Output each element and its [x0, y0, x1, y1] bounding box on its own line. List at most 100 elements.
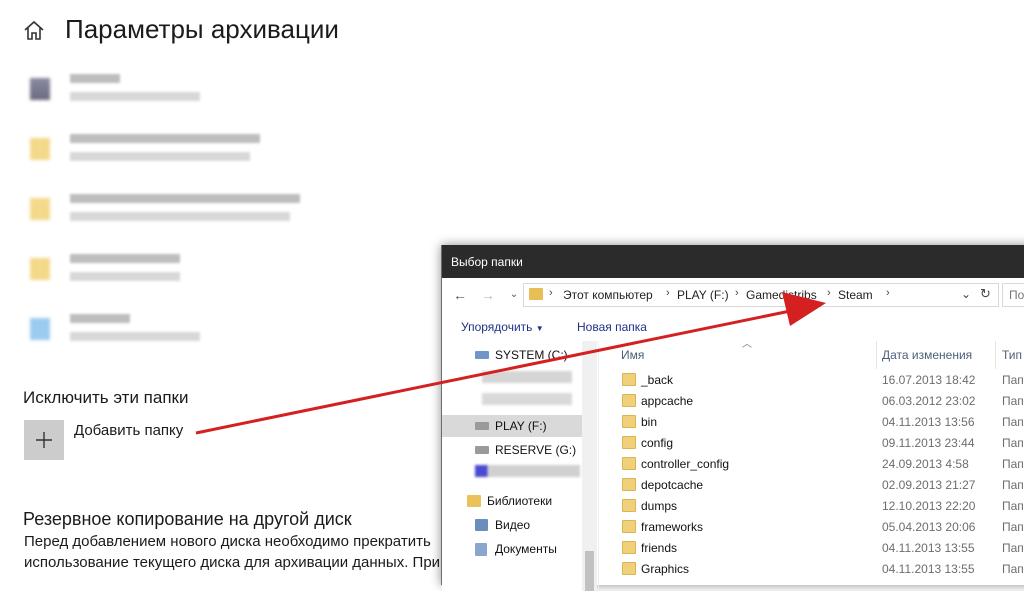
nav-item-label: SYSTEM (C:) [495, 348, 568, 362]
nav-item-label: Видео [495, 518, 531, 532]
file-type: Папк [1002, 520, 1024, 534]
drive-icon [475, 351, 489, 359]
included-folder-item[interactable] [30, 70, 330, 110]
caret-down-icon: ▼ [535, 324, 544, 333]
chevron-right-icon: › [666, 287, 670, 299]
file-date: 05.04.2013 20:06 [882, 520, 976, 534]
video-icon [475, 519, 488, 531]
file-list-pane: Имя ︿ Дата изменения Тип _back 16.07.2013… [598, 339, 1024, 591]
nav-item-play-drive[interactable]: PLAY (F:) [442, 415, 582, 437]
chevron-right-icon: › [827, 287, 831, 299]
file-row[interactable]: config 09.11.2013 23:44 Папк [599, 432, 1024, 453]
included-folder-item[interactable] [30, 310, 330, 350]
folder-icon [622, 478, 636, 491]
folder-icon [622, 520, 636, 533]
file-name: Graphics [641, 562, 690, 576]
nav-item-label: RESERVE (G:) [495, 443, 577, 457]
redacted-nav-item [482, 393, 572, 405]
file-name: depotcache [641, 478, 704, 492]
nav-item-video[interactable]: Видео [442, 514, 582, 536]
organize-menu-button[interactable]: Упорядочить ▼ [461, 320, 544, 334]
included-folder-item[interactable] [30, 250, 330, 290]
organize-label: Упорядочить [461, 320, 533, 334]
address-bar[interactable]: › Этот компьютер › PLAY (F:) › Gamedistr… [523, 283, 999, 307]
file-row[interactable]: appcache 06.03.2012 23:02 Папк [599, 390, 1024, 411]
folder-icon [622, 415, 636, 428]
refresh-icon[interactable]: ↻ [980, 286, 991, 302]
column-header-name[interactable]: Имя [621, 348, 644, 362]
libraries-icon [467, 495, 481, 507]
folder-icon [30, 78, 50, 100]
nav-item-reserve-drive[interactable]: RESERVE (G:) [442, 439, 582, 461]
breadcrumb-item[interactable]: Этот компьютер [563, 288, 653, 302]
dialog-toolbar: Упорядочить ▼ Новая папка [442, 313, 1024, 341]
file-date: 04.11.2013 13:55 [882, 562, 975, 576]
file-name: config [641, 436, 674, 450]
nav-item-system-drive[interactable]: SYSTEM (C:) [442, 344, 582, 366]
column-header-date[interactable]: Дата изменения [882, 348, 972, 362]
file-date: 04.11.2013 13:56 [882, 415, 975, 429]
file-name: _back [641, 373, 674, 387]
breadcrumb-item[interactable]: Steam [838, 288, 873, 302]
dialog-titlebar[interactable]: Выбор папки [442, 245, 1024, 278]
chevron-right-icon: › [886, 287, 890, 299]
file-date: 12.10.2013 22:20 [882, 499, 976, 513]
file-name: frameworks [641, 520, 704, 534]
chevron-right-icon: › [549, 287, 553, 299]
nav-scrollbar[interactable] [582, 341, 597, 591]
file-type: Папк [1002, 541, 1024, 555]
folder-icon [622, 373, 636, 386]
column-divider[interactable] [876, 341, 877, 369]
page-title: Параметры архивации [65, 14, 339, 44]
file-type: Папк [1002, 394, 1024, 408]
file-type: Папк [1002, 436, 1024, 450]
file-name: friends [641, 541, 678, 555]
folder-icon [30, 198, 50, 220]
nav-item-libraries[interactable]: Библиотеки [442, 490, 582, 512]
documents-icon [475, 543, 487, 556]
scrollbar-thumb[interactable] [585, 551, 594, 591]
folder-icon [30, 318, 50, 340]
folder-icon [622, 562, 636, 575]
included-folder-item[interactable] [30, 190, 330, 230]
nav-item-label: PLAY (F:) [495, 419, 547, 433]
folder-picker-dialog: Выбор папки ← → ⌄ › Этот компьютер › PLA… [441, 245, 1024, 591]
navigation-pane: SYSTEM (C:) PLAY (F:) RESERVE (G:) Библи… [442, 341, 597, 591]
file-row[interactable]: _back 16.07.2013 18:42 Папк [599, 369, 1024, 390]
included-folder-item[interactable] [30, 130, 330, 170]
nav-item-documents[interactable]: Документы [442, 538, 582, 560]
file-row[interactable]: friends 04.11.2013 13:55 Папк [599, 537, 1024, 558]
back-arrow-icon[interactable]: ← [452, 287, 468, 303]
file-name: appcache [641, 394, 694, 408]
file-row[interactable]: depotcache 02.09.2013 21:27 Папк [599, 474, 1024, 495]
file-type: Папк [1002, 457, 1024, 471]
file-row[interactable]: frameworks 05.04.2013 20:06 Папк [599, 516, 1024, 537]
drive-icon [475, 422, 489, 430]
search-input[interactable]: По [1002, 283, 1024, 307]
file-type: Папк [1002, 373, 1024, 387]
home-icon[interactable] [22, 19, 46, 43]
file-date: 02.09.2013 21:27 [882, 478, 976, 492]
file-date: 04.11.2013 13:55 [882, 541, 975, 555]
add-folder-label[interactable]: Добавить папку [74, 422, 183, 439]
add-folder-button[interactable] [24, 420, 64, 460]
file-row[interactable]: dumps 12.10.2013 22:20 Папк [599, 495, 1024, 516]
new-folder-button[interactable]: Новая папка [577, 320, 647, 334]
column-divider[interactable] [995, 341, 996, 369]
breadcrumb-item[interactable]: Gamedistribs [746, 288, 817, 302]
file-row[interactable]: controller_config 24.09.2013 4:58 Папк [599, 453, 1024, 474]
recent-chevron-icon[interactable]: ⌄ [506, 287, 522, 303]
file-type: Папк [1002, 415, 1024, 429]
file-row[interactable]: bin 04.11.2013 13:56 Папк [599, 411, 1024, 432]
forward-arrow-icon[interactable]: → [480, 287, 496, 303]
folder-icon [622, 499, 636, 512]
chevron-down-icon[interactable]: ⌄ [961, 287, 971, 301]
redacted-nav-item [482, 371, 572, 383]
search-placeholder: По [1009, 288, 1024, 302]
file-date: 06.03.2012 23:02 [882, 394, 976, 408]
column-header-type[interactable]: Тип [1002, 348, 1022, 362]
sort-up-icon: ︿ [742, 339, 752, 350]
breadcrumb-item[interactable]: PLAY (F:) [677, 288, 729, 302]
dialog-title: Выбор папки [451, 255, 523, 269]
file-name: dumps [641, 499, 678, 513]
